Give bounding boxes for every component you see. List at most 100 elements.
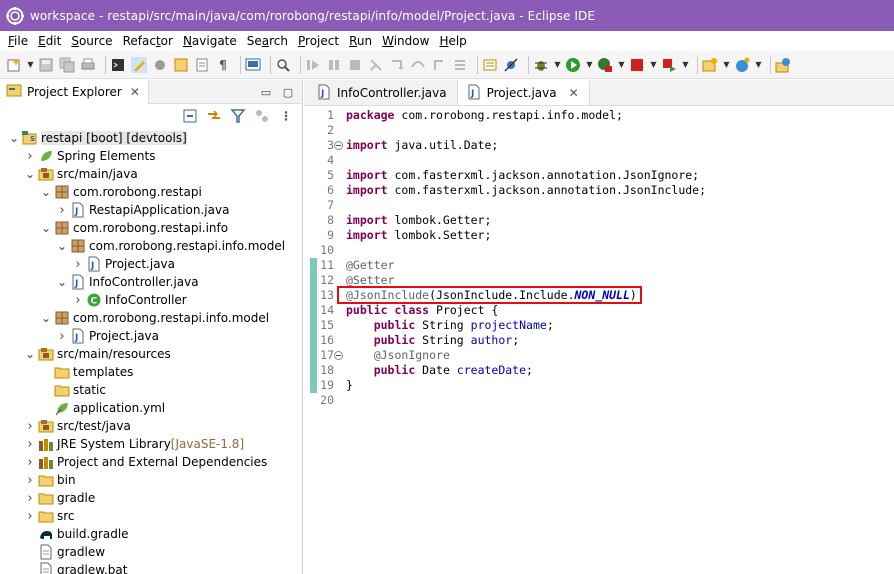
new-java-project-dropdown-icon[interactable]: ▼ [723, 57, 730, 73]
editor-tab[interactable]: J InfoController.java [308, 81, 458, 105]
new-dropdown-icon[interactable]: ▼ [27, 57, 34, 73]
new-icon[interactable] [6, 57, 22, 73]
tree-item[interactable]: › gradle [0, 489, 302, 507]
tree-item[interactable]: › Spring Elements [0, 147, 302, 165]
relaunch-dropdown-icon[interactable]: ▼ [682, 57, 689, 73]
collapse-chevron-icon[interactable]: › [24, 455, 36, 470]
menu-refactor[interactable]: Refactor [118, 34, 178, 48]
skip-breakpoints-icon[interactable] [503, 57, 519, 73]
tree-item[interactable]: static [0, 381, 302, 399]
menu-navigate[interactable]: Navigate [178, 34, 242, 48]
tree-item[interactable]: build.gradle [0, 525, 302, 543]
tree-item[interactable]: › JRE System Library [JavaSE-1.8] [0, 435, 302, 453]
tree-item[interactable]: ⌄ com.rorobong.restapi.info.model [0, 237, 302, 255]
code-editor[interactable]: 1 package com.rorobong.restapi.info.model… [304, 106, 894, 574]
close-icon[interactable]: ✕ [569, 86, 579, 100]
expand-chevron-icon[interactable]: ⌄ [56, 240, 68, 252]
menu-project[interactable]: Project [293, 34, 344, 48]
menu-run[interactable]: Run [344, 34, 377, 48]
drop-to-frame-icon[interactable] [452, 57, 468, 73]
tree-item[interactable]: › C InfoController [0, 291, 302, 309]
console-icon[interactable] [245, 57, 261, 73]
collapse-all-icon[interactable] [182, 108, 198, 124]
step-into-icon[interactable] [389, 57, 405, 73]
collapse-chevron-icon[interactable]: › [56, 329, 68, 344]
focus-icon[interactable] [254, 108, 270, 124]
collapse-chevron-icon[interactable]: › [24, 473, 36, 488]
new-class-icon[interactable] [734, 57, 750, 73]
tree-item[interactable]: application.yml [0, 399, 302, 417]
open-perspective-icon[interactable] [775, 57, 791, 73]
terminate-icon[interactable] [347, 57, 363, 73]
debug-dropdown-icon[interactable]: ▼ [554, 57, 561, 73]
tree-item[interactable]: gradlew.bat [0, 561, 302, 574]
step-over-icon[interactable] [410, 57, 426, 73]
step-return-icon[interactable] [431, 57, 447, 73]
coverage-dropdown-icon[interactable]: ▼ [618, 57, 625, 73]
menu-edit[interactable]: Edit [33, 34, 66, 48]
relaunch-icon[interactable] [661, 57, 677, 73]
run-dropdown-icon[interactable]: ▼ [586, 57, 593, 73]
save-all-icon[interactable] [59, 57, 75, 73]
link-with-editor-icon[interactable] [206, 108, 222, 124]
tree-item[interactable]: gradlew [0, 543, 302, 561]
toggle-mark-icon[interactable] [152, 57, 168, 73]
save-icon[interactable] [38, 57, 54, 73]
editor-tab[interactable]: J Project.java ✕ [457, 79, 590, 105]
run-icon[interactable] [565, 57, 581, 73]
maximize-icon[interactable]: ▢ [280, 84, 296, 100]
expand-chevron-icon[interactable]: ⌄ [24, 348, 36, 360]
show-whitespace-icon[interactable] [194, 57, 210, 73]
close-icon[interactable]: ✕ [130, 85, 140, 99]
collapse-chevron-icon[interactable]: › [24, 149, 36, 164]
tree-item[interactable]: › Project and External Dependencies [0, 453, 302, 471]
menu-file[interactable]: File [3, 34, 33, 48]
tree-item[interactable]: templates [0, 363, 302, 381]
tree-item[interactable]: › J RestapiApplication.java [0, 201, 302, 219]
expand-chevron-icon[interactable]: ⌄ [56, 276, 68, 288]
tree-item[interactable]: ⌄ src/main/java [0, 165, 302, 183]
expand-chevron-icon[interactable]: ⌄ [40, 222, 52, 234]
collapse-chevron-icon[interactable]: › [72, 293, 84, 308]
tree-item[interactable]: ⌄ com.rorobong.restapi.info [0, 219, 302, 237]
open-type-icon[interactable] [173, 57, 189, 73]
collapse-chevron-icon[interactable]: › [24, 437, 36, 452]
collapse-chevron-icon[interactable]: › [56, 203, 68, 218]
menu-search[interactable]: Search [242, 34, 293, 48]
menu-source[interactable]: Source [66, 34, 117, 48]
collapse-chevron-icon[interactable]: › [24, 491, 36, 506]
tree-item[interactable]: ⌄ Srestapi [boot] [devtools] [0, 129, 302, 147]
debug-icon[interactable] [533, 57, 549, 73]
tree-item[interactable]: › J Project.java [0, 327, 302, 345]
suspend-icon[interactable] [326, 57, 342, 73]
menu-window[interactable]: Window [377, 34, 434, 48]
tree-item[interactable]: ⌄ J InfoController.java [0, 273, 302, 291]
coverage-icon[interactable] [597, 57, 613, 73]
stop-dropdown-icon[interactable]: ▼ [650, 57, 657, 73]
collapse-chevron-icon[interactable]: › [24, 509, 36, 524]
external-tools-icon[interactable] [482, 57, 498, 73]
print-icon[interactable] [80, 57, 96, 73]
expand-chevron-icon[interactable]: ⌄ [24, 168, 36, 180]
resume-icon[interactable] [305, 57, 321, 73]
tree-item[interactable]: › src/test/java [0, 417, 302, 435]
expand-chevron-icon[interactable]: ⌄ [40, 186, 52, 198]
expand-chevron-icon[interactable]: ⌄ [8, 132, 20, 144]
expand-chevron-icon[interactable]: ⌄ [40, 312, 52, 324]
tree-item[interactable]: › src [0, 507, 302, 525]
menu-help[interactable]: Help [434, 34, 471, 48]
filter-icon[interactable] [230, 108, 246, 124]
stop-icon[interactable] [629, 57, 645, 73]
new-java-project-icon[interactable] [702, 57, 718, 73]
collapse-chevron-icon[interactable]: › [72, 257, 84, 272]
tree-item[interactable]: › bin [0, 471, 302, 489]
tree-item[interactable]: ⌄ src/main/resources [0, 345, 302, 363]
terminal-icon[interactable] [110, 57, 126, 73]
tab-project-explorer[interactable]: Project Explorer ✕ [0, 79, 149, 104]
highlight-icon[interactable] [131, 56, 147, 73]
search-icon[interactable] [275, 57, 291, 73]
disconnect-icon[interactable] [368, 57, 384, 73]
tree-item[interactable]: ⌄ com.rorobong.restapi [0, 183, 302, 201]
pilcrow-icon[interactable]: ¶ [215, 57, 231, 73]
view-menu-icon[interactable]: ⋮ [278, 108, 294, 124]
